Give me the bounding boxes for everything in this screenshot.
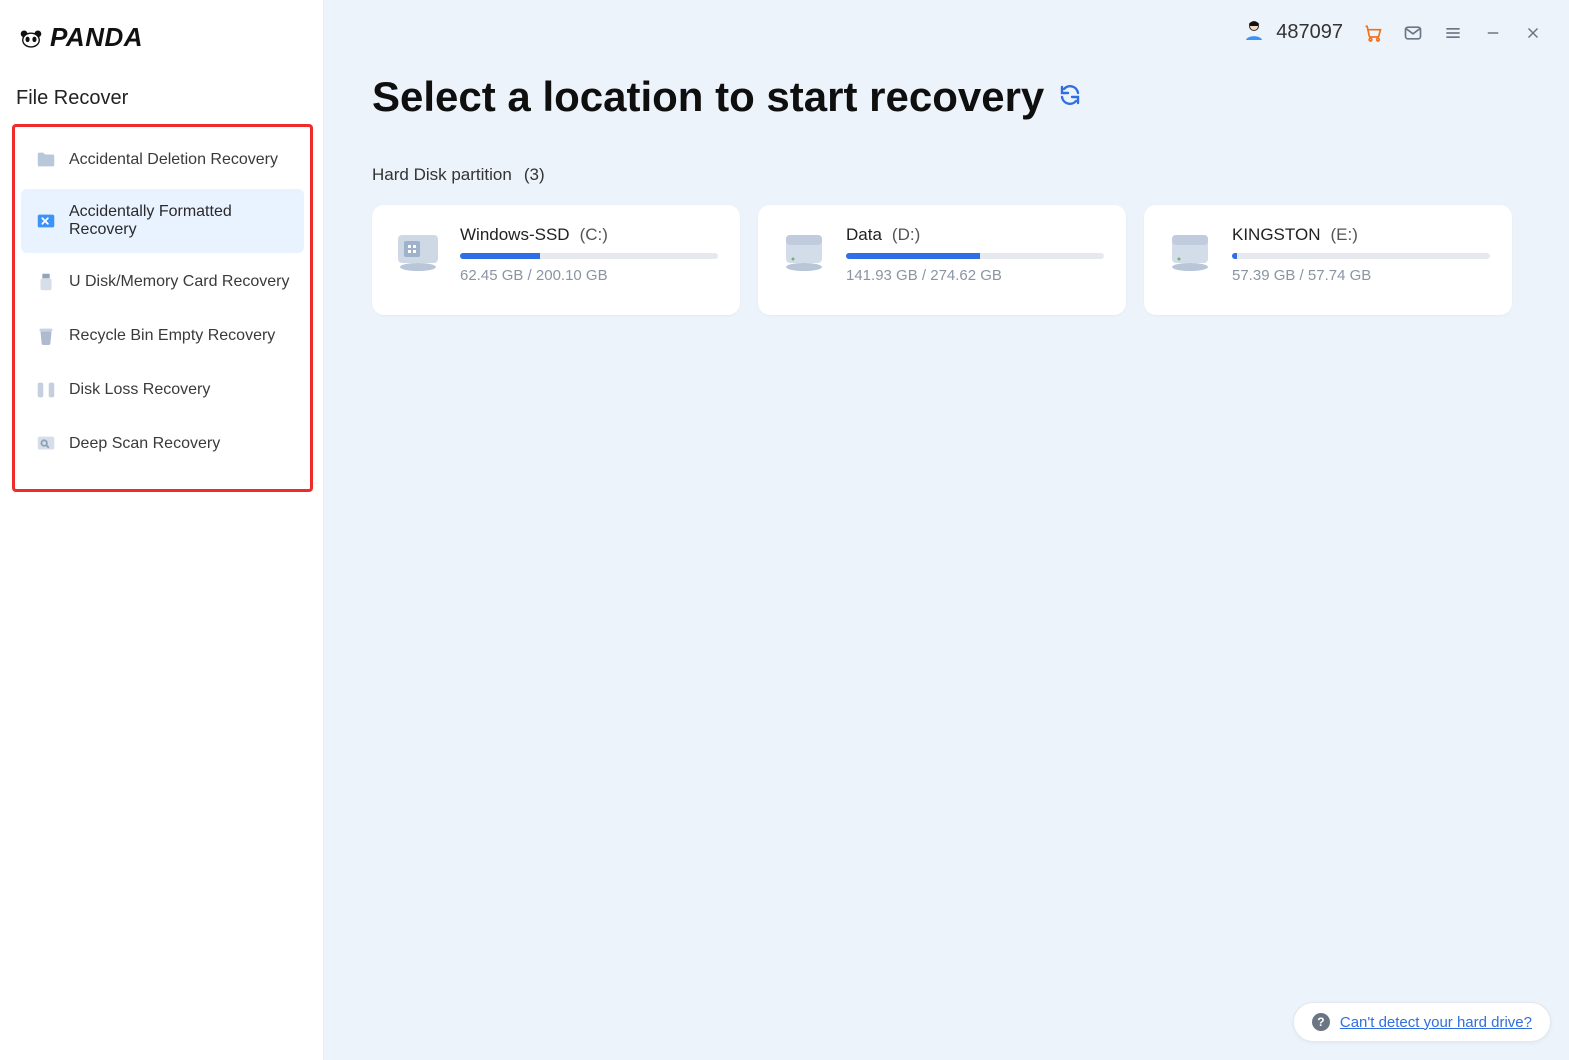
panda-icon bbox=[20, 27, 42, 49]
help-link[interactable]: Can't detect your hard drive? bbox=[1340, 1014, 1532, 1031]
usage-bar bbox=[1232, 253, 1490, 259]
annotation-highlight-box: Accidental Deletion Recovery Accidentall… bbox=[12, 124, 313, 492]
page-title-row: Select a location to start recovery bbox=[372, 73, 1521, 121]
cart-icon[interactable] bbox=[1363, 23, 1383, 43]
close-icon[interactable] bbox=[1523, 23, 1543, 43]
drive-usage-text: 57.39 GB / 57.74 GB bbox=[1232, 267, 1490, 284]
help-pill[interactable]: ? Can't detect your hard drive? bbox=[1293, 1002, 1551, 1042]
sidebar-item-formatted-recovery[interactable]: Accidentally Formatted Recovery bbox=[21, 189, 304, 253]
sidebar: PANDA File Recover Accidental Deletion R… bbox=[0, 0, 324, 1060]
drive-usage-text: 62.45 GB / 200.10 GB bbox=[460, 267, 718, 284]
drive-letter: (D:) bbox=[892, 225, 920, 245]
drive-name: Data bbox=[846, 225, 882, 245]
recovery-mode-list: Accidental Deletion Recovery Accidentall… bbox=[15, 133, 310, 471]
drive-card[interactable]: KINGSTON (E:) 57.39 GB / 57.74 GB bbox=[1144, 205, 1512, 315]
sidebar-item-recycle-bin[interactable]: Recycle Bin Empty Recovery bbox=[21, 311, 304, 361]
drive-name: Windows-SSD bbox=[460, 225, 570, 245]
main-panel: 487097 Select a location to start recove… bbox=[324, 0, 1569, 1060]
refresh-icon[interactable] bbox=[1058, 83, 1082, 112]
deepscan-icon bbox=[35, 433, 57, 455]
format-icon bbox=[35, 210, 57, 232]
diskloss-icon bbox=[35, 379, 57, 401]
sidebar-item-usb-recovery[interactable]: U Disk/Memory Card Recovery bbox=[21, 257, 304, 307]
drive-card[interactable]: Data (D:) 141.93 GB / 274.62 GB bbox=[758, 205, 1126, 315]
sidebar-item-label: Accidentally Formatted Recovery bbox=[69, 203, 290, 239]
drive-card[interactable]: Windows-SSD (C:) 62.45 GB / 200.10 GB bbox=[372, 205, 740, 315]
app-logo: PANDA bbox=[0, 14, 323, 73]
drive-usage-text: 141.93 GB / 274.62 GB bbox=[846, 267, 1104, 284]
drive-icon bbox=[1166, 229, 1214, 273]
sidebar-item-label: Recycle Bin Empty Recovery bbox=[69, 327, 275, 345]
sidebar-item-label: Deep Scan Recovery bbox=[69, 435, 220, 453]
drive-letter: (E:) bbox=[1330, 225, 1357, 245]
drive-icon bbox=[780, 229, 828, 273]
brand-text: PANDA bbox=[50, 22, 143, 53]
page-title: Select a location to start recovery bbox=[372, 73, 1044, 121]
usage-bar bbox=[846, 253, 1104, 259]
help-icon: ? bbox=[1312, 1013, 1330, 1031]
menu-icon[interactable] bbox=[1443, 23, 1463, 43]
sidebar-item-label: Disk Loss Recovery bbox=[69, 381, 210, 399]
folder-icon bbox=[35, 149, 57, 171]
account-block[interactable]: 487097 bbox=[1242, 18, 1343, 47]
usb-icon bbox=[35, 271, 57, 293]
partition-count: (3) bbox=[524, 165, 545, 185]
usage-bar bbox=[460, 253, 718, 259]
sidebar-item-disk-loss[interactable]: Disk Loss Recovery bbox=[21, 365, 304, 415]
sidebar-item-label: U Disk/Memory Card Recovery bbox=[69, 273, 289, 291]
user-id: 487097 bbox=[1276, 21, 1343, 44]
sidebar-item-label: Accidental Deletion Recovery bbox=[69, 151, 278, 169]
drive-icon bbox=[394, 229, 442, 273]
mail-icon[interactable] bbox=[1403, 23, 1423, 43]
drive-card-list: Windows-SSD (C:) 62.45 GB / 200.10 GB Data (… bbox=[372, 185, 1521, 315]
partition-label: Hard Disk partition bbox=[372, 165, 512, 185]
trash-icon bbox=[35, 325, 57, 347]
drive-name: KINGSTON bbox=[1232, 225, 1320, 245]
sidebar-item-accidental-deletion[interactable]: Accidental Deletion Recovery bbox=[21, 135, 304, 185]
avatar-icon bbox=[1242, 18, 1266, 47]
topbar: 487097 bbox=[324, 0, 1569, 47]
sidebar-item-deep-scan[interactable]: Deep Scan Recovery bbox=[21, 419, 304, 469]
minimize-icon[interactable] bbox=[1483, 23, 1503, 43]
drive-letter: (C:) bbox=[580, 225, 608, 245]
sidebar-section-title: File Recover bbox=[0, 73, 323, 120]
partition-section-header: Hard Disk partition (3) bbox=[372, 121, 1521, 185]
